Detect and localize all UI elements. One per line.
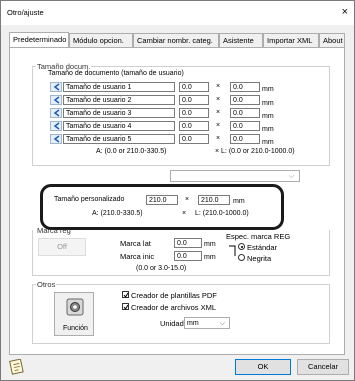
custom-width-field[interactable]: 210.0 xyxy=(146,195,178,205)
gear-icon xyxy=(66,298,84,316)
radio-standard[interactable] xyxy=(238,243,245,250)
chk-xml[interactable] xyxy=(122,303,129,310)
user-size-name-1[interactable]: Tamaño de usuario 1 xyxy=(63,82,175,92)
tab-asistente[interactable]: Asistente xyxy=(219,33,263,47)
arrow-icon[interactable] xyxy=(50,95,62,105)
close-button[interactable]: × xyxy=(342,7,348,18)
radio-black[interactable] xyxy=(238,254,245,261)
unit-label: mm xyxy=(262,126,274,133)
times-sign: × xyxy=(216,122,221,129)
bracket-icon xyxy=(229,245,236,256)
unit-select[interactable]: mm ⌵ xyxy=(184,317,230,329)
user-size-name-4[interactable]: Tamaño de usuario 4 xyxy=(63,121,175,131)
ok-button[interactable]: OK xyxy=(235,359,291,375)
unit-label: mm xyxy=(262,113,274,120)
tab-about[interactable]: About xyxy=(319,33,345,47)
custom-unit: mm xyxy=(233,198,245,205)
user-size-height-5[interactable]: 0.0 xyxy=(230,134,260,144)
user-size-height-4[interactable]: 0.0 xyxy=(230,121,260,131)
doc-range-l: × L: (0.0 or 210.0-1000.0) xyxy=(215,148,295,155)
unit-label: mm xyxy=(262,100,274,107)
unit-label: mm xyxy=(204,241,216,248)
radio-standard-label: Estándar xyxy=(247,243,278,252)
unit-select-label: Unidad xyxy=(160,319,184,328)
reg-inic-field[interactable]: 0.0 xyxy=(174,251,202,261)
chk-pdf[interactable] xyxy=(122,291,129,298)
custom-height-field[interactable]: 210.0 xyxy=(198,195,230,205)
reg-lat-label: Marca lat xyxy=(120,239,151,248)
unit-label: mm xyxy=(262,139,274,146)
cancel-button[interactable]: Cancelar xyxy=(297,359,349,375)
chk-pdf-label: Creador de plantillas PDF xyxy=(131,291,217,300)
tab-cambiar-nombre[interactable]: Cambiar nombr. categ. xyxy=(133,33,219,47)
times-sign: × xyxy=(185,196,190,203)
times-sign: × xyxy=(216,83,221,90)
tab-importar-xml[interactable]: Importar XML xyxy=(263,33,319,47)
reg-inic-label: Marca inic xyxy=(120,252,155,261)
tab-panel: Tamaño docum. Tamaño de documento (tamañ… xyxy=(9,47,345,355)
dialog-window: Otro/ajuste × Predeterminado Módulo opci… xyxy=(0,0,355,381)
reg-group-label: Marca reg xyxy=(37,226,71,235)
user-size-width-4[interactable]: 0.0 xyxy=(179,121,209,131)
user-size-width-2[interactable]: 0.0 xyxy=(179,95,209,105)
paper-combo[interactable]: ⌵ xyxy=(170,170,300,182)
custom-range-l: L: (210.0-1000.0) xyxy=(195,210,249,217)
chk-xml-label: Creador de archivos XML xyxy=(131,303,217,312)
user-size-name-5[interactable]: Tamaño de usuario 5 xyxy=(63,134,175,144)
function-label: Función xyxy=(63,325,88,332)
user-size-width-5[interactable]: 0.0 xyxy=(179,134,209,144)
user-size-height-2[interactable]: 0.0 xyxy=(230,95,260,105)
times-sign: × xyxy=(216,109,221,116)
user-size-name-2[interactable]: Tamaño de usuario 2 xyxy=(63,95,175,105)
custom-range-x: × xyxy=(182,210,187,217)
otros-group-label: Otros xyxy=(36,280,57,289)
notepad-icon[interactable] xyxy=(9,358,25,375)
doc-size-header: Tamaño de documento (tamaño de usuario) xyxy=(48,70,184,77)
radio-black-label: Negrita xyxy=(247,254,272,263)
unit-label: mm xyxy=(204,254,216,261)
doc-range-a: A: (0.0 or 210.0-330.5) xyxy=(96,148,167,155)
arrow-icon[interactable] xyxy=(50,108,62,118)
reg-toggle-button[interactable]: Off xyxy=(38,238,86,256)
tab-predeterminado[interactable]: Predeterminado xyxy=(9,32,69,48)
arrow-icon[interactable] xyxy=(50,82,62,92)
custom-size-label: Tamaño personalizado xyxy=(54,196,125,203)
user-size-name-3[interactable]: Tamaño de usuario 3 xyxy=(63,108,175,118)
tab-modulo-opcion[interactable]: Módulo opcion. xyxy=(69,33,133,47)
unit-select-value: mm xyxy=(187,320,199,327)
times-sign: × xyxy=(216,96,221,103)
user-size-width-1[interactable]: 0.0 xyxy=(179,82,209,92)
chevron-down-icon: ⌵ xyxy=(219,320,225,327)
arrow-icon[interactable] xyxy=(50,121,62,131)
user-size-height-3[interactable]: 0.0 xyxy=(230,108,260,118)
user-size-width-3[interactable]: 0.0 xyxy=(179,108,209,118)
reg-lat-field[interactable]: 0.0 xyxy=(174,238,202,248)
title-bar: Otro/ajuste × xyxy=(1,1,354,25)
unit-label: mm xyxy=(262,86,274,93)
reg-espec-label: Espec. marca REG xyxy=(226,232,291,241)
arrow-icon[interactable] xyxy=(50,134,62,144)
window-title: Otro/ajuste xyxy=(7,8,44,17)
reg-range: (0.0 or 3.0-15.0) xyxy=(136,265,187,272)
custom-range-a: A: (210.0-330.5) xyxy=(92,210,143,217)
function-button[interactable]: Función xyxy=(54,292,94,336)
user-size-height-1[interactable]: 0.0 xyxy=(230,82,260,92)
custom-size-highlight xyxy=(40,184,284,230)
times-sign: × xyxy=(216,135,221,142)
